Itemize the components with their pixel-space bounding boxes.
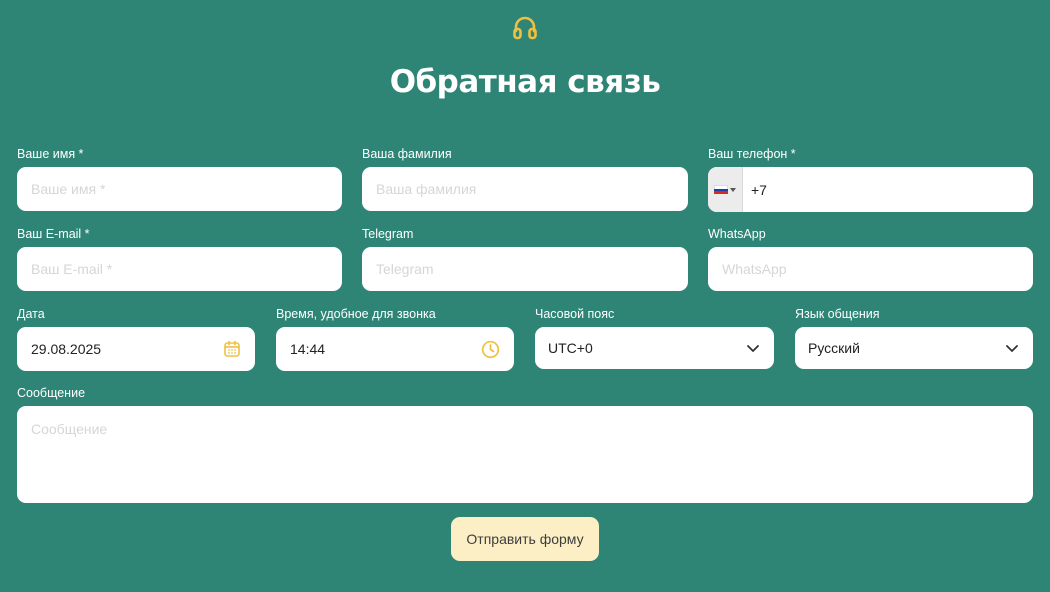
- timezone-value: UTC+0: [548, 340, 593, 356]
- timezone-select[interactable]: UTC+0: [535, 327, 774, 369]
- message-textarea[interactable]: [17, 406, 1033, 503]
- last-name-label: Ваша фамилия: [362, 147, 452, 161]
- date-label: Дата: [17, 307, 45, 321]
- country-selector[interactable]: [708, 167, 743, 212]
- last-name-input[interactable]: [362, 167, 688, 211]
- headset-icon: [513, 16, 537, 40]
- clock-icon[interactable]: [481, 340, 500, 359]
- time-input[interactable]: 14:44: [276, 327, 514, 371]
- first-name-input[interactable]: [17, 167, 342, 211]
- message-label: Сообщение: [17, 386, 86, 400]
- timezone-label: Часовой пояс: [535, 307, 615, 321]
- chevron-down-icon: [746, 344, 760, 353]
- chevron-down-icon: [1005, 344, 1019, 353]
- page-title: Обратная связь: [389, 64, 661, 100]
- first-name-label: Ваше имя *: [17, 147, 84, 161]
- date-input[interactable]: 29.08.2025: [17, 327, 255, 371]
- telegram-input[interactable]: [362, 247, 688, 291]
- phone-field[interactable]: +7: [708, 167, 1033, 212]
- email-label: Ваш E-mail *: [17, 227, 90, 241]
- caret-down-icon: [730, 187, 736, 192]
- language-select[interactable]: Русский: [795, 327, 1033, 369]
- time-value: 14:44: [290, 341, 326, 357]
- email-input[interactable]: [17, 247, 342, 291]
- phone-input[interactable]: +7: [743, 167, 767, 212]
- phone-label: Ваш телефон *: [708, 147, 796, 161]
- time-label: Время, удобное для звонка: [276, 307, 436, 321]
- whatsapp-input[interactable]: [708, 247, 1033, 291]
- language-label: Язык общения: [795, 307, 880, 321]
- telegram-label: Telegram: [362, 227, 414, 241]
- russia-flag-icon: [714, 185, 728, 195]
- language-value: Русский: [808, 340, 860, 356]
- date-value: 29.08.2025: [31, 341, 102, 357]
- submit-button[interactable]: Отправить форму: [451, 517, 599, 561]
- calendar-icon[interactable]: [223, 340, 241, 358]
- whatsapp-label: WhatsApp: [708, 227, 766, 241]
